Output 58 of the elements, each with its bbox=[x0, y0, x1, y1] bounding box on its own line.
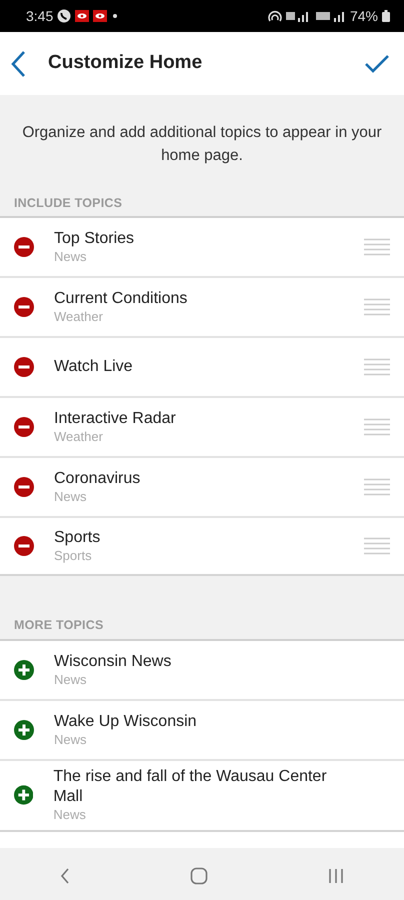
topic-category: News bbox=[54, 488, 88, 506]
topic-category: Sports bbox=[54, 548, 93, 565]
remove-icon[interactable] bbox=[14, 417, 34, 438]
phone-icon bbox=[57, 9, 72, 23]
back-icon[interactable] bbox=[60, 867, 70, 885]
topic-row[interactable]: Wake Up Wisconsin News bbox=[0, 699, 404, 759]
topic-title: Wisconsin News bbox=[54, 652, 172, 672]
section-header: MORE TOPICS bbox=[13, 617, 104, 634]
intro-text: Organize and add additional topics to appear in your home page. bbox=[21, 123, 383, 166]
topic-row[interactable]: Sports Sports bbox=[0, 516, 404, 576]
topic-row[interactable]: Coronavirus News bbox=[0, 456, 404, 516]
topic-title: Current Conditions bbox=[54, 288, 188, 309]
topic-row[interactable]: Interactive Radar Weather bbox=[0, 396, 404, 456]
topic-row[interactable]: Current Conditions Weather bbox=[0, 276, 404, 336]
battery-percent: 74% bbox=[350, 6, 378, 26]
drag-handle-icon[interactable] bbox=[364, 238, 390, 256]
add-icon[interactable] bbox=[14, 720, 34, 740]
drag-handle-icon[interactable] bbox=[364, 478, 390, 496]
topic-title: Sports bbox=[54, 528, 102, 548]
clock-time: 3:45 bbox=[26, 6, 54, 26]
signal-icon bbox=[316, 10, 346, 22]
topic-row[interactable]: Wisconsin News News bbox=[0, 639, 404, 699]
topic-title: The rise and fall of the Wausau Center Mall bbox=[53, 767, 328, 807]
hotspot-icon bbox=[268, 10, 282, 22]
recent-apps-icon[interactable] bbox=[328, 868, 344, 884]
remove-icon[interactable] bbox=[14, 297, 34, 318]
drag-handle-icon[interactable] bbox=[364, 358, 390, 376]
app-notification-icon bbox=[93, 10, 108, 22]
topic-title: Watch Live bbox=[54, 357, 134, 378]
section-header: INCLUDE TOPICS bbox=[13, 194, 124, 212]
topic-category: News bbox=[54, 672, 88, 688]
drag-handle-icon[interactable] bbox=[364, 537, 390, 556]
topic-category: News bbox=[54, 248, 88, 266]
topic-category: News bbox=[54, 732, 88, 748]
topic-title: Interactive Radar bbox=[54, 408, 177, 429]
topic-row[interactable]: The rise and fall of the Wausau Center Mall News bbox=[0, 759, 404, 832]
topic-row[interactable]: Top Stories News bbox=[0, 216, 404, 276]
drag-handle-icon[interactable] bbox=[364, 418, 390, 436]
topic-title: Wake Up Wisconsin bbox=[54, 712, 198, 732]
drag-handle-icon[interactable] bbox=[364, 298, 390, 316]
remove-icon[interactable] bbox=[14, 357, 34, 378]
remove-icon[interactable] bbox=[14, 237, 34, 258]
checkmark-icon[interactable] bbox=[364, 54, 390, 74]
add-icon[interactable] bbox=[14, 785, 34, 806]
battery-icon bbox=[382, 10, 390, 22]
dot-icon bbox=[111, 12, 120, 20]
topic-category: News bbox=[53, 807, 87, 824]
remove-icon[interactable] bbox=[14, 536, 34, 556]
topic-title: Coronavirus bbox=[54, 468, 142, 489]
topic-category: Weather bbox=[54, 308, 104, 326]
topic-row[interactable]: Watch Live bbox=[0, 336, 404, 396]
remove-icon[interactable] bbox=[14, 477, 34, 498]
topic-title: Top Stories bbox=[54, 228, 136, 249]
home-icon[interactable] bbox=[190, 867, 208, 885]
add-icon[interactable] bbox=[14, 660, 34, 680]
screen-title: Customize Home bbox=[48, 51, 204, 76]
topic-category: Weather bbox=[54, 428, 104, 446]
app-notification-icon bbox=[75, 10, 90, 22]
